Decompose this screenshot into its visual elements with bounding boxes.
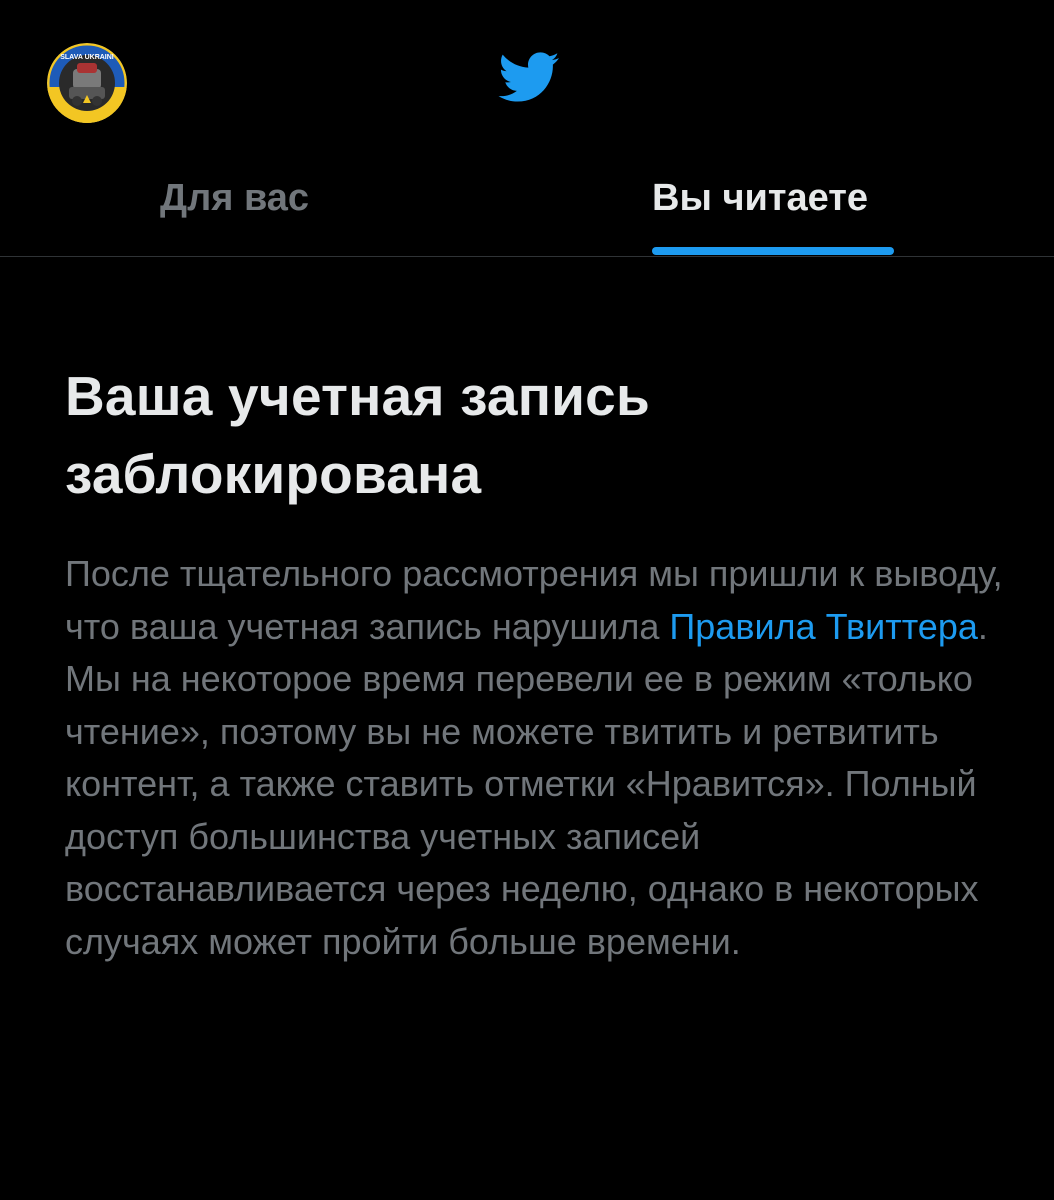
twitter-bird-icon <box>490 45 566 109</box>
notice-title: Ваша учетная запись заблокирована <box>65 357 1015 513</box>
tab-for-you-label: Для вас <box>160 177 310 219</box>
tab-following[interactable]: Вы читаете <box>527 150 1054 256</box>
profile-avatar[interactable]: SLAVA UKRAINI <box>47 43 127 123</box>
twitter-rules-link[interactable]: Правила Твиттера <box>669 606 977 647</box>
timeline-tabs: Для вас Вы читаете <box>0 150 1054 257</box>
avatar-image: SLAVA UKRAINI <box>47 43 127 123</box>
account-locked-notice: Ваша учетная запись заблокирована После … <box>65 357 1015 968</box>
notice-title-line-1: Ваша учетная запись <box>65 365 650 427</box>
top-bar: SLAVA UKRAINI <box>0 0 1054 150</box>
notice-body-end: . Мы на некоторое время перевели ее в ре… <box>65 605 988 962</box>
tab-for-you[interactable]: Для вас <box>0 150 527 256</box>
active-tab-indicator <box>652 247 894 255</box>
avatar-badge-text: SLAVA UKRAINI <box>60 54 114 61</box>
notice-body: После тщательного рассмотрения мы пришли… <box>65 548 1015 968</box>
notice-title-line-2: заблокирована <box>65 443 482 505</box>
tab-following-label: Вы читаете <box>652 177 868 219</box>
